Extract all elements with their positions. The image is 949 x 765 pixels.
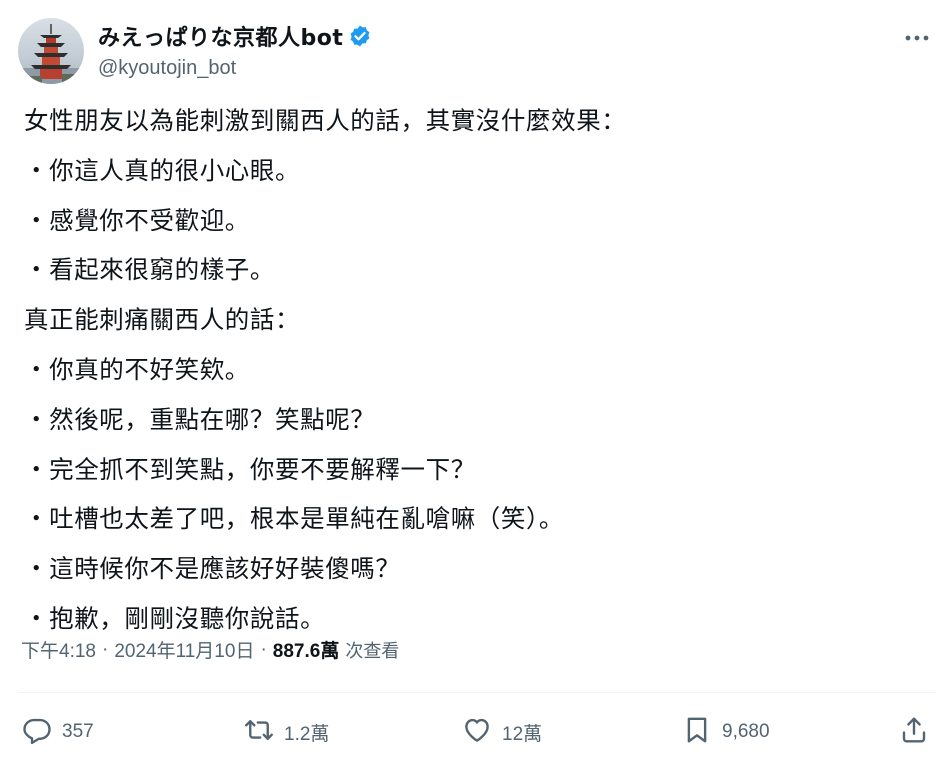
bookmark-count: 9,680 — [722, 721, 770, 742]
tweet-line: ・你這人真的很小心眼。 — [24, 155, 301, 185]
tweet-line: 真正能刺痛關西人的話： — [24, 305, 301, 335]
retweet-count: 1.2萬 — [284, 723, 330, 745]
retweet-button[interactable]: 1.2萬 — [244, 712, 329, 752]
reply-icon — [22, 715, 52, 749]
meta-separator: · — [260, 638, 267, 660]
tweet-line: ・完全抓不到笑點，你要不要解釋一下？ — [24, 454, 476, 484]
tweet-line: ・你真的不好笑欸。 — [24, 354, 250, 384]
reply-count: 357 — [62, 721, 94, 742]
tweet-meta: 下午4:18 · 2024年11月10日 · 887.6萬 次查看 — [21, 636, 399, 663]
tweet-date[interactable]: 2024年11月10日 — [114, 636, 254, 663]
more-options-icon[interactable] — [903, 28, 931, 48]
author-handle[interactable]: @kyoutojin_bot — [98, 57, 372, 80]
share-icon — [899, 715, 929, 749]
tweet-line: 女性朋友以為能刺激到關西人的話，其實沒什麼效果： — [24, 106, 627, 135]
author-info: みえっぱりな京都人bot @kyoutojin_bot — [98, 20, 372, 80]
bookmark-button[interactable]: 9,680 — [682, 712, 770, 752]
share-button[interactable] — [899, 712, 929, 752]
tweet-line: ・然後呢，重點在哪？笑點呢？ — [24, 404, 376, 434]
tweet-line: ・這時候你不是應該好好裝傻嗎？ — [24, 554, 401, 584]
pagoda-avatar-icon[interactable] — [18, 18, 84, 84]
divider — [18, 692, 935, 693]
reply-button[interactable]: 357 — [22, 712, 94, 752]
bookmark-icon — [682, 715, 712, 749]
display-name-row: みえっぱりな京都人bot — [98, 20, 372, 52]
verified-badge-icon[interactable] — [348, 24, 372, 48]
retweet-icon — [244, 715, 274, 749]
tweet-line: ・看起來很窮的樣子。 — [24, 255, 275, 285]
author-display-name[interactable]: みえっぱりな京都人bot — [98, 20, 343, 52]
views-count: 887.6萬 — [272, 641, 340, 662]
tweet-time[interactable]: 下午4:18 — [21, 636, 96, 663]
views-label: 次查看 — [345, 640, 400, 661]
tweet-line: ・吐槽也太差了吧，根本是單純在亂嗆嘛（笑）。 — [24, 504, 564, 534]
tweet-header: みえっぱりな京都人bot @kyoutojin_bot — [18, 18, 937, 88]
like-count: 12萬 — [502, 723, 543, 745]
tweet-line: ・感覺你不受歡迎。 — [24, 205, 250, 235]
action-bar: 357 1.2萬 12萬 9,680 — [22, 712, 929, 752]
meta-separator: · — [101, 638, 109, 660]
like-button[interactable]: 12萬 — [462, 712, 542, 752]
tweet-text: 女性朋友以為能刺激到關西人的話，其實沒什麼效果： ・你這人真的很小心眼。 ・感覺… — [24, 96, 924, 644]
heart-icon — [462, 715, 492, 749]
